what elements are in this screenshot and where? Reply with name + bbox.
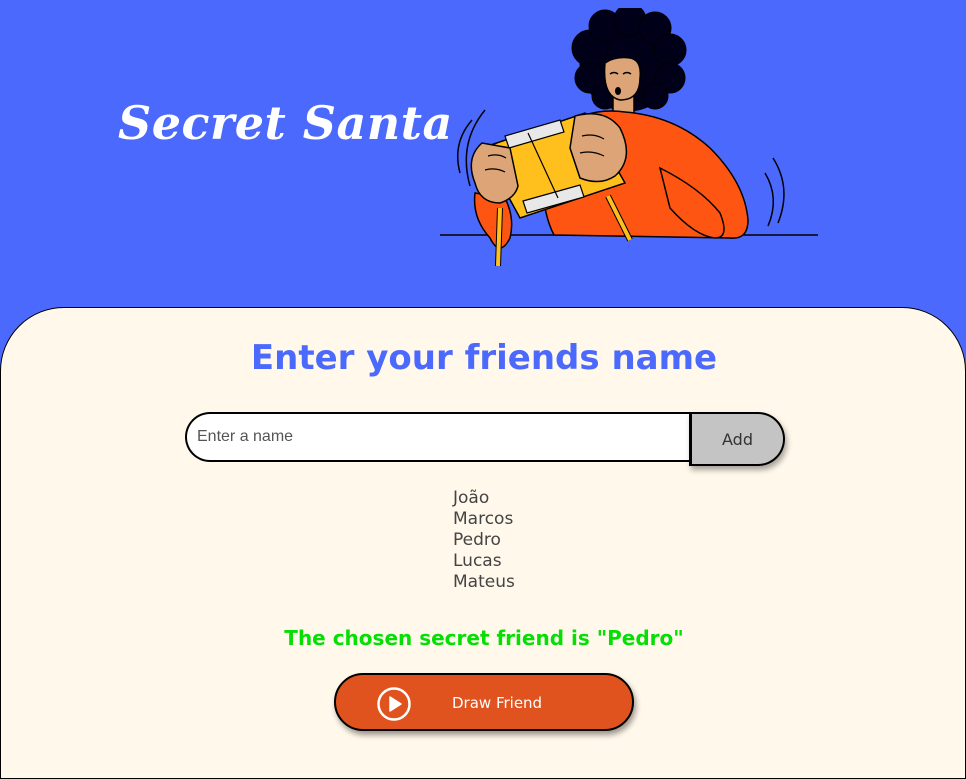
main-panel: Enter your friends name Add João Marcos …: [0, 307, 966, 779]
add-button[interactable]: Add: [689, 412, 785, 466]
list-item: Marcos: [453, 509, 514, 529]
person-opening-gift-illustration: [440, 8, 818, 267]
page-title: Secret Santa: [118, 96, 453, 150]
list-item: Pedro: [453, 530, 501, 550]
draw-result: The chosen secret friend is "Pedro": [284, 626, 684, 650]
add-friend-form: Add: [185, 412, 785, 466]
section-title: Enter your friends name: [250, 338, 718, 378]
name-input[interactable]: [185, 412, 689, 462]
list-item: Mateus: [453, 572, 515, 592]
draw-friend-label: Draw Friend: [452, 694, 543, 712]
draw-friend-button[interactable]: Draw Friend: [334, 673, 634, 731]
friends-list: João Marcos Pedro Lucas Mateus: [453, 488, 515, 593]
play-circle-icon: [377, 687, 411, 721]
list-item: João: [453, 488, 490, 508]
header: Secret Santa: [0, 0, 966, 310]
list-item: Lucas: [453, 551, 502, 571]
